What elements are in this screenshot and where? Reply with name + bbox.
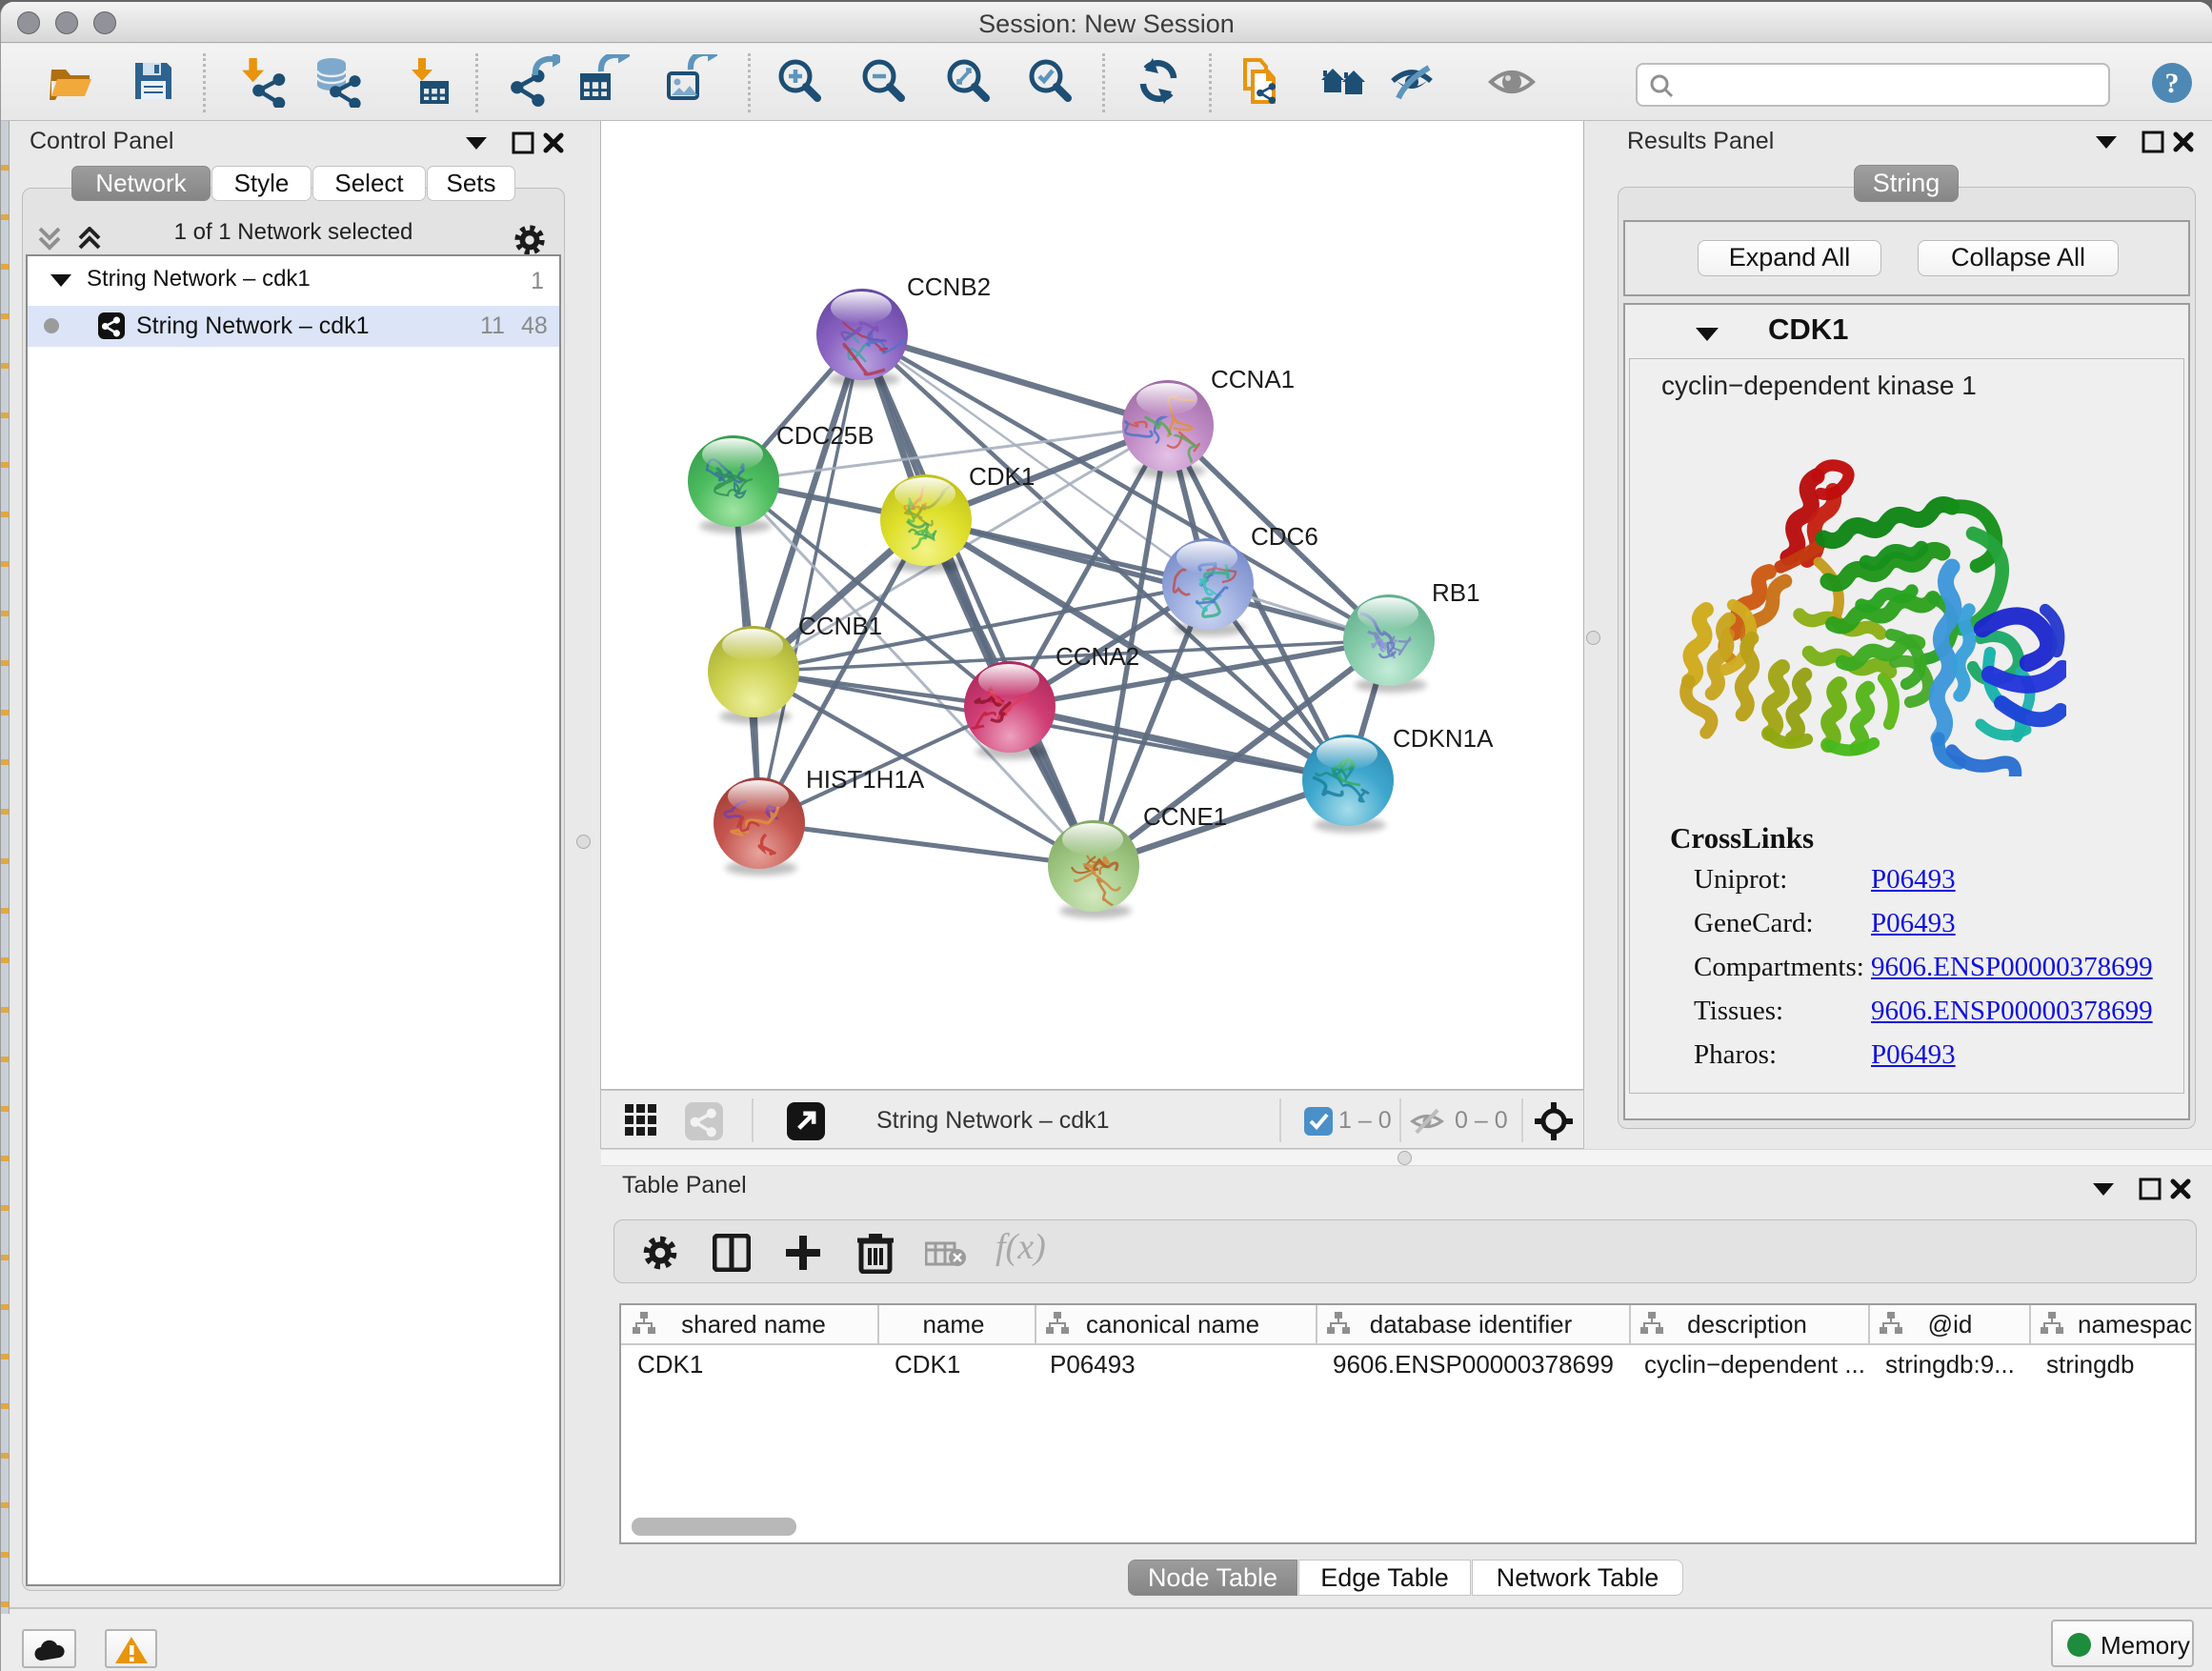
svg-text:CCNB2: CCNB2: [907, 272, 991, 301]
svg-text:CCNE1: CCNE1: [1143, 802, 1227, 831]
svg-text:CCNA1: CCNA1: [1211, 365, 1295, 393]
svg-text:CCNB1: CCNB1: [798, 612, 882, 640]
svg-text:HIST1H1A: HIST1H1A: [806, 765, 925, 794]
svg-text:CDC6: CDC6: [1251, 522, 1318, 551]
svg-text:CDK1: CDK1: [969, 462, 1035, 491]
svg-text:RB1: RB1: [1432, 578, 1480, 607]
svg-text:?: ?: [2165, 68, 2180, 99]
svg-text:CDC25B: CDC25B: [776, 421, 875, 450]
svg-text:CDKN1A: CDKN1A: [1393, 724, 1494, 753]
svg-text:CCNA2: CCNA2: [1056, 642, 1139, 671]
